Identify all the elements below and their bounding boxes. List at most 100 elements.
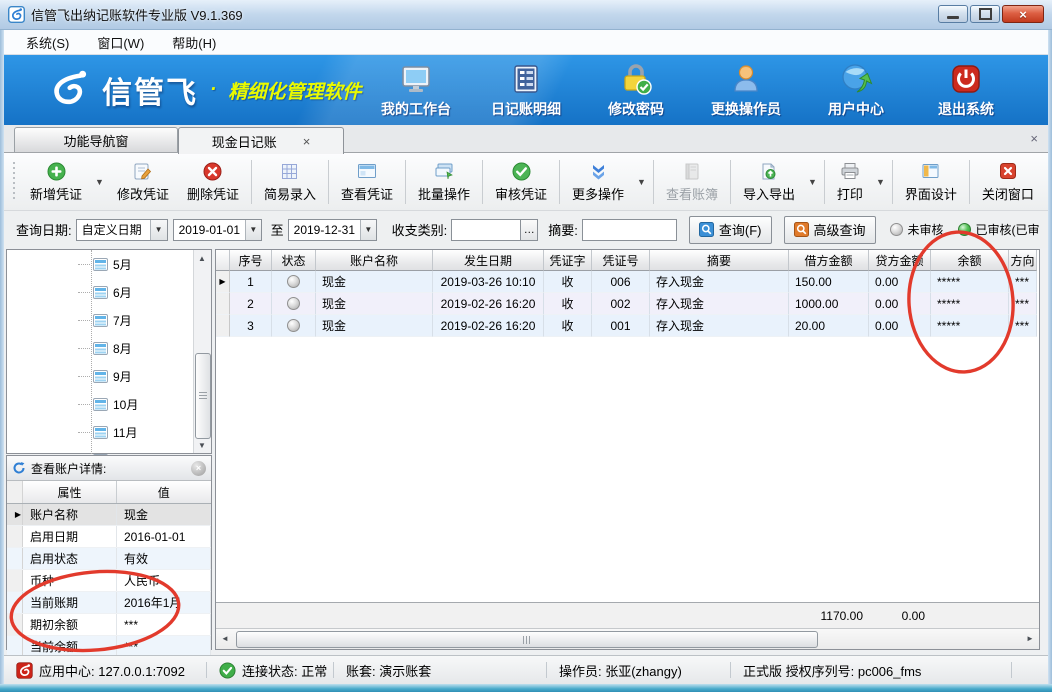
maximize-button[interactable] <box>970 5 1000 23</box>
date-to-select[interactable]: 2019-12-31 ▼ <box>288 219 377 241</box>
grid-row[interactable]: 2 现金 2019-02-26 16:20 收 002 存入现金 1000.00… <box>216 293 1039 315</box>
delete-voucher-button[interactable]: 删除凭证 <box>178 157 248 207</box>
grid-row[interactable]: ▶ 1 现金 2019-03-26 10:10 收 006 存入现金 150.0… <box>216 271 1039 293</box>
chevron-down-icon[interactable]: ▼ <box>150 220 167 240</box>
category-picker-button[interactable]: … <box>521 219 538 241</box>
journal-detail-button[interactable]: 日记账明细 <box>484 61 568 119</box>
brand-separator: · <box>210 79 216 101</box>
grid-row[interactable]: 3 现金 2019-02-26 16:20 收 001 存入现金 20.00 0… <box>216 315 1039 337</box>
chevron-down-icon[interactable]: ▼ <box>95 177 104 187</box>
grid-header-row: 序号 状态 账户名称 发生日期 凭证字 凭证号 摘要 借方金额 贷方金额 余额 … <box>216 250 1039 271</box>
minimize-button[interactable] <box>938 5 968 23</box>
menu-help[interactable]: 帮助(H) <box>158 29 230 56</box>
connection-ok-icon <box>219 662 236 679</box>
close-window-button[interactable]: 关闭窗口 <box>973 157 1043 207</box>
date-filter-label: 查询日期: <box>16 220 72 239</box>
check-circle-icon <box>512 160 531 182</box>
tree-item-month-7[interactable]: 7月 <box>7 306 211 334</box>
grid-icon <box>280 160 299 182</box>
details-row[interactable]: 启用日期2016-01-01 <box>7 526 211 548</box>
details-row[interactable]: 期初余额*** <box>7 614 211 636</box>
tree-item-month-10[interactable]: 10月 <box>7 390 211 418</box>
easy-entry-button[interactable]: 简易录入 <box>255 157 325 207</box>
status-operator: 操作员: 张亚(zhangy) <box>547 661 730 680</box>
scroll-left-icon[interactable]: ◄ <box>217 630 233 647</box>
tree-scrollbar[interactable]: ▲ ▼ <box>193 250 211 453</box>
menu-system[interactable]: 系统(S) <box>12 29 83 56</box>
tabstrip-close-icon[interactable]: × <box>1030 131 1038 146</box>
app-logo-icon <box>8 6 25 23</box>
window-panel-icon <box>357 160 377 182</box>
chevron-down-icon[interactable]: ▼ <box>808 177 817 187</box>
print-button[interactable]: 打印 <box>828 157 872 207</box>
ui-design-button[interactable]: 界面设计 <box>896 157 966 207</box>
change-password-button[interactable]: 修改密码 <box>594 61 678 119</box>
import-export-button[interactable]: 导入导出 <box>734 157 804 207</box>
details-close-icon[interactable]: × <box>191 461 206 476</box>
window-border-bottom <box>0 684 1052 692</box>
chevron-down-icon[interactable]: ▼ <box>637 177 646 187</box>
new-voucher-button[interactable]: 新增凭证 <box>21 157 91 207</box>
category-input[interactable] <box>451 219 521 241</box>
tree-item-month-5[interactable]: 5月 <box>7 250 211 278</box>
brand-slogan: 精细化管理软件 <box>228 77 361 104</box>
batch-operation-button[interactable]: 批量操作 <box>409 157 479 207</box>
advanced-search-icon <box>794 222 809 237</box>
tree-item-month-8[interactable]: 8月 <box>7 334 211 362</box>
edit-voucher-button[interactable]: 修改凭证 <box>108 157 178 207</box>
window-border-right <box>1048 30 1052 692</box>
app-center-icon <box>16 662 33 679</box>
grid-scroll-thumb[interactable] <box>236 631 818 648</box>
user-center-button[interactable]: 用户中心 <box>814 61 898 119</box>
query-button[interactable]: 查询(F) <box>689 216 772 244</box>
audit-voucher-button[interactable]: 审核凭证 <box>486 157 556 207</box>
status-sphere-icon <box>287 275 300 288</box>
journal-icon <box>508 61 544 97</box>
edit-icon <box>133 160 152 182</box>
delete-icon <box>203 160 222 182</box>
tab-close-icon[interactable]: × <box>303 134 311 149</box>
details-row[interactable]: 当前账期2016年1月 <box>7 592 211 614</box>
workbench-button[interactable]: 我的工作台 <box>374 61 458 119</box>
switch-operator-button[interactable]: 更换操作员 <box>704 61 788 119</box>
tree-item-month-6[interactable]: 6月 <box>7 278 211 306</box>
summary-input[interactable] <box>582 219 677 241</box>
tab-function-nav[interactable]: 功能导航窗 <box>14 127 178 152</box>
scroll-down-icon[interactable]: ▼ <box>194 437 210 453</box>
journal-node-icon <box>93 314 108 327</box>
chevron-down-icon[interactable]: ▼ <box>876 177 885 187</box>
unaudited-radio[interactable]: 未审核 <box>890 221 944 238</box>
view-voucher-button[interactable]: 查看凭证 <box>332 157 402 207</box>
date-from-select[interactable]: 2019-01-01 ▼ <box>173 219 262 241</box>
audited-radio[interactable]: 已审核(已审 <box>958 221 1040 238</box>
user-icon <box>728 61 764 97</box>
more-operations-button[interactable]: 更多操作 <box>563 157 633 207</box>
title-bar: 信管飞出纳记账软件专业版 V9.1.369 × <box>0 0 1052 30</box>
date-mode-select[interactable]: 自定义日期 ▼ <box>76 219 168 241</box>
exit-system-button[interactable]: 退出系统 <box>924 61 1008 119</box>
radio-unaudited-icon[interactable] <box>890 223 903 236</box>
journal-node-icon <box>93 258 108 271</box>
toolbar-grip[interactable] <box>12 162 17 202</box>
tab-cash-journal[interactable]: 现金日记账 × <box>178 127 344 154</box>
close-button[interactable]: × <box>1002 5 1044 23</box>
advanced-query-button[interactable]: 高级查询 <box>784 216 876 244</box>
status-sphere-icon <box>287 319 300 332</box>
menu-window[interactable]: 窗口(W) <box>83 29 158 56</box>
grid-hscrollbar[interactable]: ◄ ► <box>216 628 1039 649</box>
details-row[interactable]: ▶ 账户名称 现金 <box>7 504 211 526</box>
tree-scroll-thumb[interactable] <box>195 353 211 439</box>
tree-item-month-11[interactable]: 11月 <box>7 418 211 446</box>
journal-grid: 序号 状态 账户名称 发生日期 凭证字 凭证号 摘要 借方金额 贷方金额 余额 … <box>215 249 1040 650</box>
details-row[interactable]: 启用状态有效 <box>7 548 211 570</box>
details-row[interactable]: 币种人民币 <box>7 570 211 592</box>
scroll-up-icon[interactable]: ▲ <box>194 250 210 266</box>
refresh-icon[interactable] <box>12 461 26 475</box>
chevron-down-icon[interactable]: ▼ <box>360 220 376 240</box>
menu-bar: 系统(S) 窗口(W) 帮助(H) <box>4 30 1048 55</box>
chevron-down-icon[interactable]: ▼ <box>245 220 261 240</box>
current-row-marker-icon: ▶ <box>216 271 230 293</box>
radio-audited-icon[interactable] <box>958 223 971 236</box>
scroll-right-icon[interactable]: ► <box>1022 630 1038 647</box>
tree-item-month-9[interactable]: 9月 <box>7 362 211 390</box>
